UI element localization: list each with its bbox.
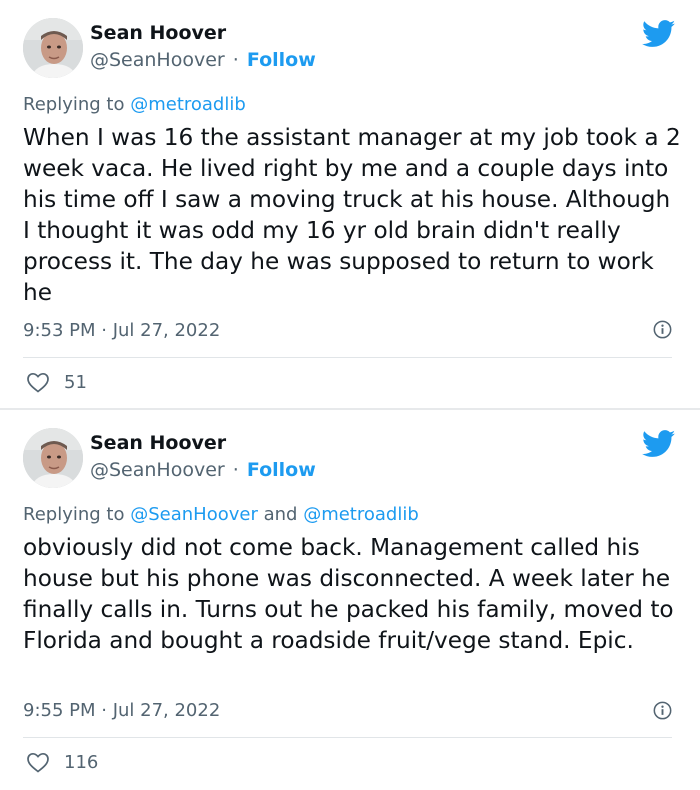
like-button[interactable]: 116 [26, 751, 98, 773]
follow-button[interactable]: Follow [247, 49, 316, 71]
replying-joiner: and [263, 504, 298, 525]
twitter-bird-icon[interactable] [642, 430, 676, 458]
handle-row: @SeanHoover · Follow [90, 459, 316, 481]
info-icon[interactable] [653, 320, 672, 339]
heart-icon [27, 752, 49, 773]
replying-to: Replying to @SeanHoover and @metroadlib [23, 504, 419, 525]
avatar-photo [23, 18, 83, 78]
avatar[interactable] [23, 18, 83, 78]
like-count: 116 [64, 751, 99, 773]
follow-button[interactable]: Follow [247, 459, 316, 481]
like-count: 51 [64, 371, 87, 393]
replying-prefix: Replying to [23, 94, 125, 115]
heart-icon [27, 372, 49, 393]
like-button[interactable]: 51 [26, 371, 87, 393]
avatar-photo [23, 428, 83, 488]
tweet-timestamp[interactable]: 9:55 PM · Jul 27, 2022 [23, 700, 220, 721]
author-name[interactable]: Sean Hoover [90, 432, 226, 454]
separator-dot: · [232, 459, 239, 481]
twitter-bird-icon[interactable] [642, 20, 676, 48]
author-handle[interactable]: @SeanHoover [90, 49, 225, 71]
mention-link[interactable]: @metroadlib [130, 94, 246, 115]
tweet-timestamp[interactable]: 9:53 PM · Jul 27, 2022 [23, 320, 220, 341]
divider [23, 357, 672, 358]
avatar[interactable] [23, 428, 83, 488]
tweet-text: When I was 16 the assistant manager at m… [23, 124, 681, 306]
tweet-card-2: Sean Hoover @SeanHoover · Follow Replyin… [0, 410, 700, 790]
info-icon[interactable] [653, 701, 672, 720]
separator-dot: · [232, 49, 239, 71]
tweet-text: obviously did not come back. Management … [23, 534, 674, 654]
replying-to: Replying to @metroadlib [23, 94, 246, 115]
author-handle[interactable]: @SeanHoover [90, 459, 225, 481]
replying-prefix: Replying to [23, 504, 125, 525]
tweet-card-1: Sean Hoover @SeanHoover · Follow Replyin… [0, 0, 700, 408]
divider [23, 737, 672, 738]
handle-row: @SeanHoover · Follow [90, 49, 316, 71]
author-name[interactable]: Sean Hoover [90, 22, 226, 44]
mention-link[interactable]: @SeanHoover [130, 504, 258, 525]
mention-link[interactable]: @metroadlib [303, 504, 419, 525]
